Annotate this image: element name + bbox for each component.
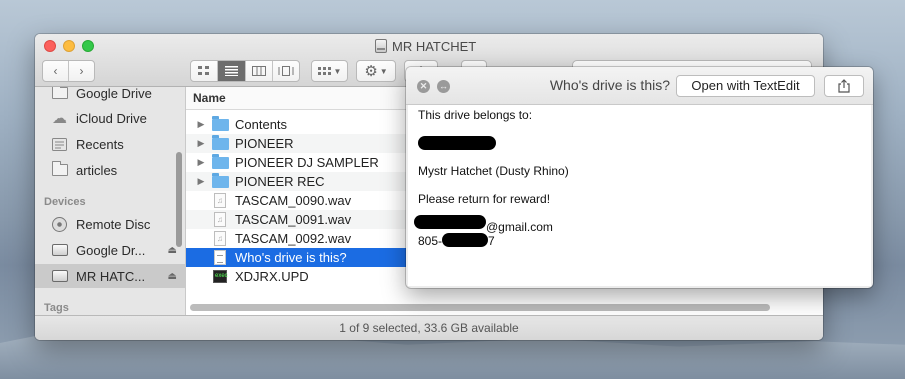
column-view-button[interactable] xyxy=(246,61,273,81)
sidebar-item-icloud-drive[interactable]: ☁ iCloud Drive xyxy=(35,106,185,130)
arrange-icon xyxy=(317,66,331,75)
disclosure-triangle-icon[interactable]: ▶ xyxy=(196,119,206,130)
quicklook-panel: ✕ ↔ Who's drive is this? Open with TextE… xyxy=(406,67,873,288)
file-name: TASCAM_0092.wav xyxy=(235,231,352,246)
close-window-button[interactable] xyxy=(44,40,56,52)
folder-icon xyxy=(51,87,68,101)
drive-icon xyxy=(375,39,387,53)
window-title: MR HATCHET xyxy=(375,38,476,54)
cover-flow-icon xyxy=(278,66,294,76)
file-name: PIONEER REC xyxy=(235,174,325,189)
eject-icon[interactable]: ⏏ xyxy=(168,271,177,282)
back-forward-buttons: ‹ › xyxy=(42,60,95,82)
disclosure-triangle-icon[interactable]: ▶ xyxy=(196,138,206,149)
disclosure-triangle-icon[interactable]: ▶ xyxy=(196,176,206,187)
file-name: Who's drive is this? xyxy=(235,250,347,265)
cloud-icon: ☁ xyxy=(52,110,67,127)
sidebar-item-google-drive-device[interactable]: Google Dr... ⏏ xyxy=(35,238,185,262)
sidebar-item-label: articles xyxy=(76,162,118,178)
quicklook-toolbar: ✕ ↔ Who's drive is this? Open with TextE… xyxy=(406,67,873,105)
folder-icon xyxy=(51,161,68,178)
doc-line-name: Mystr Hatchet (Dusty Rhino) xyxy=(418,164,569,178)
redacted-block xyxy=(442,233,488,247)
drive-icon xyxy=(51,243,68,258)
status-bar: 1 of 9 selected, 33.6 GB available xyxy=(35,315,823,340)
recents-icon xyxy=(51,137,68,152)
sidebar-item-google-drive[interactable]: Google Drive xyxy=(35,87,185,105)
sidebar: Google Drive ☁ iCloud Drive Recents arti… xyxy=(35,87,186,315)
back-button[interactable]: ‹ xyxy=(43,61,69,81)
folder-icon xyxy=(212,172,229,188)
chevron-down-icon: ▼ xyxy=(333,66,342,76)
share-button[interactable] xyxy=(824,75,864,97)
open-with-textedit-button[interactable]: Open with TextEdit xyxy=(676,75,815,97)
list-view-button[interactable] xyxy=(218,61,246,81)
icon-view-icon xyxy=(198,66,210,75)
doc-line-owner-heading: This drive belongs to: xyxy=(418,108,533,122)
view-mode-selector xyxy=(190,60,300,82)
arrange-button[interactable]: ▼ xyxy=(311,60,348,82)
sidebar-item-label: Google Drive xyxy=(76,87,152,101)
horizontal-scrollbar[interactable] xyxy=(190,304,770,311)
file-name: TASCAM_0090.wav xyxy=(235,193,352,208)
sidebar-item-label: Remote Disc xyxy=(76,216,151,232)
disc-icon xyxy=(51,216,68,232)
sidebar-item-mr-hatchet[interactable]: MR HATC... ⏏ xyxy=(35,264,185,288)
file-name: PIONEER xyxy=(235,136,294,151)
icon-view-button[interactable] xyxy=(191,61,219,81)
action-button[interactable]: ⚙ ▼ xyxy=(356,60,396,82)
redacted-block xyxy=(418,136,496,150)
zoom-window-button[interactable] xyxy=(82,40,94,52)
close-icon[interactable]: ✕ xyxy=(417,80,430,93)
document-preview: This drive belongs to: Mystr Hatchet (Du… xyxy=(408,105,871,286)
fullscreen-icon[interactable]: ↔ xyxy=(437,80,450,93)
sidebar-item-recents[interactable]: Recents xyxy=(35,132,185,156)
sidebar-item-remote-disc[interactable]: Remote Disc xyxy=(35,212,185,236)
doc-line-email: @gmail.com xyxy=(486,220,553,234)
cover-flow-button[interactable] xyxy=(273,61,299,81)
folder-icon xyxy=(212,134,229,150)
redacted-block xyxy=(414,215,486,229)
doc-line-phone-suffix: 7 xyxy=(488,234,495,248)
list-view-icon xyxy=(224,66,238,76)
minimize-window-button[interactable] xyxy=(63,40,75,52)
audio-file-icon: ♫ xyxy=(214,193,226,208)
quicklook-title: Who's drive is this? xyxy=(549,77,670,93)
sidebar-item-label: Recents xyxy=(76,136,124,152)
sidebar-item-articles[interactable]: articles xyxy=(35,158,185,182)
sidebar-item-label: iCloud Drive xyxy=(76,110,147,126)
column-view-icon xyxy=(251,66,266,76)
disclosure-triangle-icon[interactable]: ▶ xyxy=(196,157,206,168)
doc-line-reward: Please return for reward! xyxy=(418,192,551,206)
file-name: PIONEER DJ SAMPLER xyxy=(235,155,379,170)
text-document-icon xyxy=(214,250,226,265)
devices-header: Devices xyxy=(44,196,86,208)
file-name: XDJRX.UPD xyxy=(235,269,309,284)
file-name: Contents xyxy=(235,117,288,132)
folder-icon xyxy=(212,115,229,131)
share-icon xyxy=(838,79,850,93)
gear-icon: ⚙ xyxy=(364,63,378,80)
drive-icon xyxy=(51,269,68,284)
executable-file-icon: exec xyxy=(213,270,228,283)
sidebar-item-label: MR HATC... xyxy=(76,268,146,284)
folder-icon xyxy=(212,153,229,169)
forward-button[interactable]: › xyxy=(69,61,94,81)
tags-header: Tags xyxy=(44,302,69,314)
doc-line-phone-prefix: 805- xyxy=(418,234,443,248)
eject-icon[interactable]: ⏏ xyxy=(168,245,177,256)
audio-file-icon: ♫ xyxy=(214,212,226,227)
chevron-down-icon: ▼ xyxy=(379,66,388,76)
sidebar-scrollbar[interactable] xyxy=(176,152,182,247)
window-title-text: MR HATCHET xyxy=(392,38,477,54)
sidebar-item-label: Google Dr... xyxy=(76,242,146,258)
audio-file-icon: ♫ xyxy=(214,231,226,246)
file-name: TASCAM_0091.wav xyxy=(235,212,352,227)
